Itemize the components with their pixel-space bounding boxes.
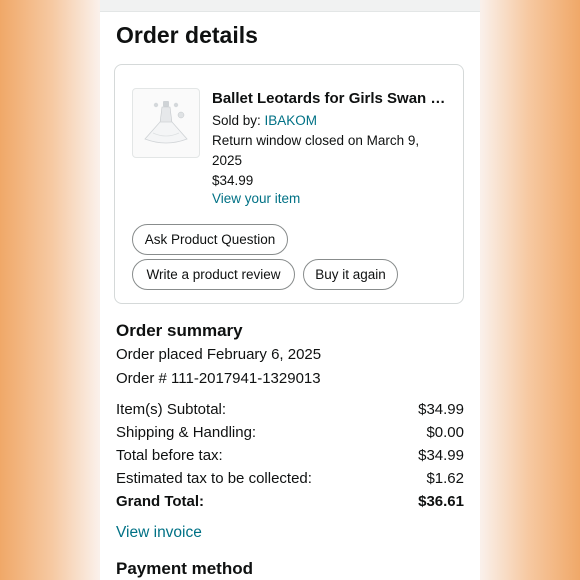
tutu-dress-icon: [144, 101, 188, 144]
item-price: $34.99: [212, 173, 254, 188]
order-details-panel: Order details Ballet Leotards for Girls …: [100, 0, 480, 580]
order-number: Order # 111-2017941-1329013: [116, 370, 321, 387]
subtotal-value: $34.99: [418, 401, 464, 418]
top-divider: [100, 0, 480, 12]
total-before-tax-row: Total before tax: $34.99: [116, 447, 464, 464]
view-invoice-link[interactable]: View invoice: [116, 524, 202, 542]
buy-it-again-button[interactable]: Buy it again: [303, 259, 398, 290]
return-window-line-1: Return window closed on March 9,: [212, 133, 420, 148]
estimated-tax-label: Estimated tax to be collected:: [116, 470, 312, 487]
total-before-tax-value: $34.99: [418, 447, 464, 464]
seller-link[interactable]: IBAKOM: [265, 113, 318, 128]
order-item-card: Ballet Leotards for Girls Swan Lake Tutu…: [114, 64, 464, 304]
order-placed-date: Order placed February 6, 2025: [116, 346, 322, 363]
grand-total-label: Grand Total:: [116, 493, 205, 510]
sold-by-line: Sold by: IBAKOM: [212, 113, 317, 128]
subtotal-row: Item(s) Subtotal: $34.99: [116, 401, 464, 418]
ask-product-question-button[interactable]: Ask Product Question: [132, 224, 288, 255]
view-item-link[interactable]: View your item: [212, 191, 300, 206]
estimated-tax-row: Estimated tax to be collected: $1.62: [116, 470, 464, 487]
estimated-tax-value: $1.62: [426, 470, 464, 487]
grand-total-row: Grand Total: $36.61: [116, 493, 464, 510]
product-name-link[interactable]: Ballet Leotards for Girls Swan Lake Tutu…: [212, 90, 452, 107]
product-image[interactable]: [132, 88, 200, 158]
payment-method-title: Payment method: [116, 559, 253, 578]
grand-total-value: $36.61: [418, 493, 464, 510]
subtotal-label: Item(s) Subtotal:: [116, 401, 227, 418]
shipping-value: $0.00: [426, 424, 464, 441]
shipping-row: Shipping & Handling: $0.00: [116, 424, 464, 441]
page-title: Order details: [116, 22, 258, 48]
total-before-tax-label: Total before tax:: [116, 447, 223, 464]
return-window-line-2: 2025: [212, 153, 243, 168]
write-review-button[interactable]: Write a product review: [132, 259, 295, 290]
sold-by-label: Sold by:: [212, 113, 261, 128]
shipping-label: Shipping & Handling:: [116, 424, 257, 441]
order-summary-title: Order summary: [116, 321, 243, 340]
